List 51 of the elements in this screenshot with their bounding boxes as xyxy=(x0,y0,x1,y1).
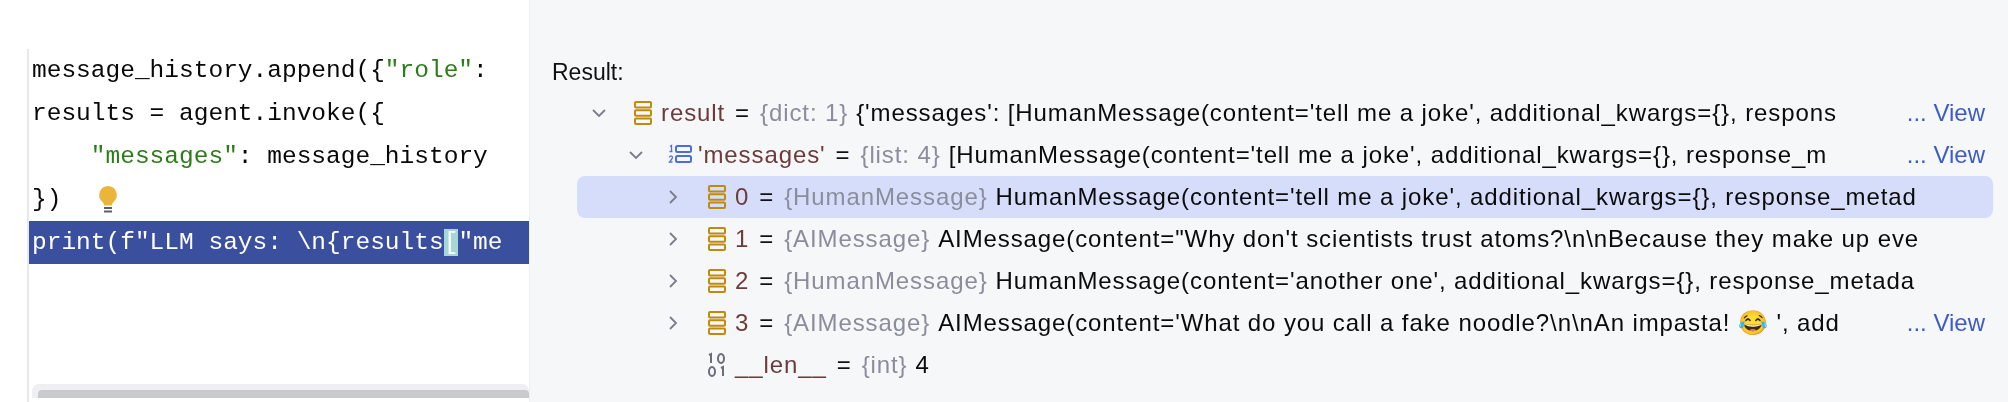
code-line: results = agent.invoke({ xyxy=(31,99,386,129)
variable-type: {list: 4} xyxy=(860,141,941,169)
variable-value: AIMessage(content="Why don't scientists trust atoms?\n\nBecause they make up eve xyxy=(938,225,1920,253)
code-line: message_history.append({"role": xyxy=(31,56,489,86)
tree-row[interactable]: 3 = {AIMessage} AIMessage(content='What do you call a fake noodle?\n\nAn impasta! 😂 ', add ... View xyxy=(577,302,1993,344)
variable-type: {HumanMessage} xyxy=(784,183,988,211)
code-line: }) xyxy=(29,178,529,221)
variable-type: {AIMessage} xyxy=(784,309,931,337)
view-link[interactable]: ... View xyxy=(1906,141,1993,169)
variable-name: 1 xyxy=(735,225,750,253)
stack-icon xyxy=(707,268,727,294)
equals-sign: = xyxy=(759,183,775,211)
stack-icon xyxy=(633,100,653,126)
equals-sign: = xyxy=(759,309,775,337)
variable-type: {dict: 1} xyxy=(760,99,849,127)
code-line: "messages": message_history xyxy=(89,142,489,172)
equals-sign: = xyxy=(759,225,775,253)
variable-value: HumanMessage(content='another one', additional_kwargs={}, response_metada xyxy=(995,267,1915,295)
tree-row[interactable]: 'messages' = {list: 4} [HumanMessage(content='tell me a joke', additional_kwargs={}, response_m ... View xyxy=(577,134,1993,176)
tree-row[interactable]: result = {dict: 1} {'messages': [HumanMessage(content='tell me a joke', additional_kwargs={}, respons ... View xyxy=(577,92,1993,134)
variable-value: 4 xyxy=(915,351,930,379)
equals-sign: = xyxy=(836,351,852,379)
stack-icon xyxy=(707,310,727,336)
tree-row[interactable]: 1 = {AIMessage} AIMessage(content="Why don't scientists trust atoms?\n\nBecause they make up eve xyxy=(577,218,1993,260)
variable-type: {int} xyxy=(861,351,908,379)
tree-row[interactable]: __len__ = {int} 4 xyxy=(577,344,1993,386)
variable-value: AIMessage(content='What do you call a fake noodle?\n\nAn impasta! 😂 ', add xyxy=(938,309,1840,337)
tree-row[interactable]: 0 = {HumanMessage} HumanMessage(content='tell me a joke', additional_kwargs={}, response_metad xyxy=(577,176,1993,218)
variable-type: {AIMessage} xyxy=(784,225,931,253)
variable-type: {HumanMessage} xyxy=(784,267,988,295)
view-link[interactable]: ... View xyxy=(1906,99,1993,127)
variable-name: 'messages' xyxy=(698,141,826,169)
view-link[interactable]: ... View xyxy=(1906,309,1993,337)
tree-row[interactable]: 2 = {HumanMessage} HumanMessage(content='another one', additional_kwargs={}, response_metada xyxy=(577,260,1993,302)
variable-name: 2 xyxy=(735,267,750,295)
panel-title: Result: xyxy=(552,58,624,87)
variable-value: [HumanMessage(content='tell me a joke', additional_kwargs={}, response_m xyxy=(948,141,1828,169)
stack-icon xyxy=(707,184,727,210)
binary-icon xyxy=(706,352,728,378)
variable-value: HumanMessage(content='tell me a joke', additional_kwargs={}, response_metad xyxy=(995,183,1917,211)
stack-icon xyxy=(707,226,727,252)
variable-value: {'messages': [HumanMessage(content='tell me a joke', additional_kwargs={}, respons xyxy=(856,99,1837,127)
horizontal-scrollbar[interactable] xyxy=(32,384,529,398)
variable-name: result xyxy=(661,99,726,127)
variable-name: __len__ xyxy=(735,351,827,379)
equals-sign: = xyxy=(835,141,851,169)
equals-sign: = xyxy=(735,99,750,127)
variable-name: 3 xyxy=(735,309,750,337)
lightbulb-icon[interactable] xyxy=(97,185,119,215)
variable-name: 0 xyxy=(735,183,750,211)
equals-sign: = xyxy=(759,267,775,295)
